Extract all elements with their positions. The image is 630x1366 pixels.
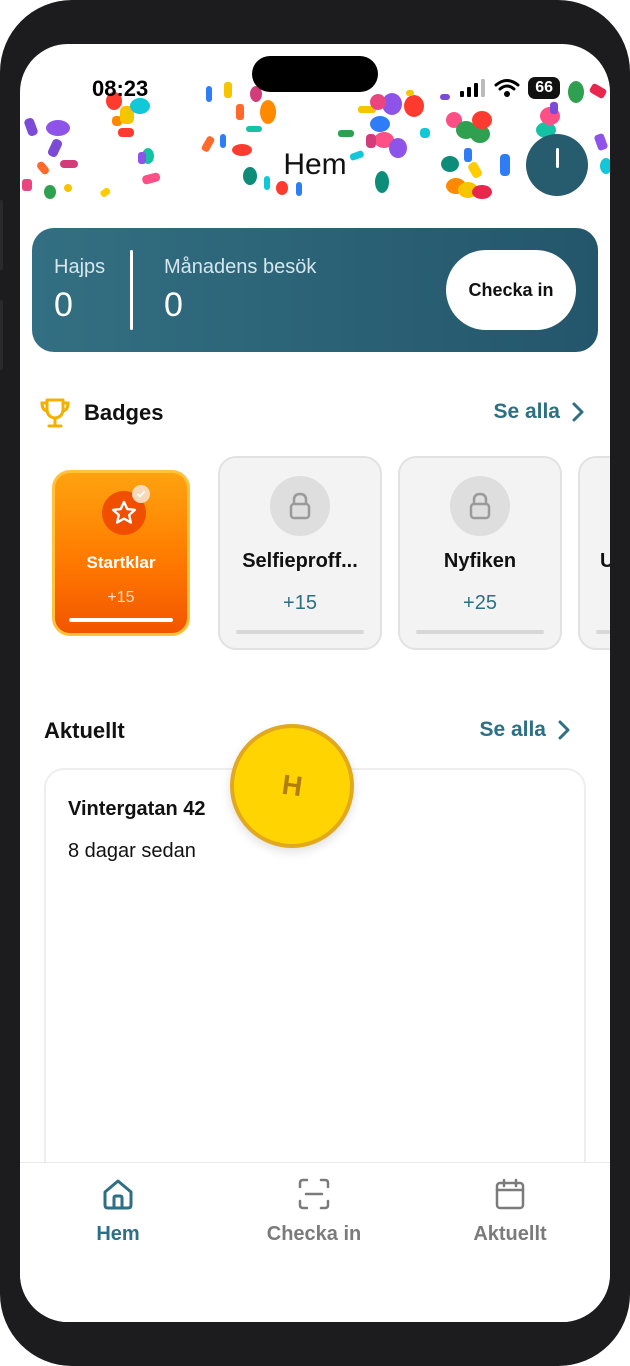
volume-up-button [0,200,3,270]
scan-icon [298,1178,330,1210]
badge-progress-bar [596,630,610,634]
home-icon [103,1179,133,1210]
badge-progress-bar [236,630,364,634]
badge-name: Startklar [86,553,156,572]
wifi-icon [494,79,520,97]
tab-home-label: Hem [96,1223,140,1245]
news-item-date: 8 dagar sedan [68,840,196,862]
news-see-all-label: Se alla [479,718,546,741]
badge-points: +15 [283,592,317,614]
badge-card-selfieproffs[interactable]: Selfieproff... +15 [218,456,382,650]
chevron-right-icon [558,720,570,740]
status-time: 08:23 [92,76,149,101]
tab-news[interactable]: Aktuellt [412,1177,608,1246]
star-icon [111,500,137,524]
badges-see-all-link[interactable]: Se alla [493,400,584,424]
stats-card: Hajps 0 Månadens besök 0 Checka in [32,228,598,352]
volume-down-button [0,300,3,370]
coin-letter: H [279,768,305,803]
tab-home[interactable]: Hem [20,1177,216,1246]
badge-progress-bar [69,618,173,622]
calendar-icon [495,1178,525,1210]
tab-bar: Hem Checka in Aktuellt [20,1162,610,1322]
badges-carousel[interactable]: Startklar +15 Selfieproff... +15 Nyfiken… [20,454,610,654]
tab-check-in[interactable]: Checka in [216,1177,412,1246]
badge-card-partial[interactable]: U [578,456,610,650]
news-see-all-link[interactable]: Se alla [479,718,570,742]
stats-divider [130,250,133,330]
monthly-visits-label: Månadens besök [164,256,317,278]
badge-card-startklar[interactable]: Startklar +15 [52,470,190,636]
monthly-visits-value: 0 [164,286,183,324]
news-item-title: Vintergatan 42 [68,798,206,820]
badges-see-all-label: Se alla [493,400,560,423]
badge-name: Selfieproff... [242,550,358,572]
badge-name: U [600,550,610,573]
page-title: Hem [283,148,347,181]
badge-points: +15 [107,589,135,606]
dynamic-island [252,56,378,92]
unlocked-check-icon [132,485,150,503]
lock-icon [450,476,510,536]
trophy-icon [40,398,70,428]
badge-points: +25 [463,592,497,614]
news-title: Aktuellt [44,718,125,743]
badge-progress-bar [416,630,544,634]
tab-news-label: Aktuellt [473,1223,547,1245]
hype-coin[interactable]: H [230,724,354,848]
badge-name: Nyfiken [443,550,517,572]
badges-title: Badges [84,400,164,425]
lock-icon [270,476,330,536]
badge-card-nyfiken[interactable]: Nyfiken +25 [398,456,562,650]
profile-avatar-button[interactable] [526,134,588,196]
chevron-right-icon [572,402,584,422]
badges-header: Badges Se alla [20,392,610,432]
avatar-mark [556,148,559,168]
battery-indicator: 66 [528,77,560,99]
hype-value: 0 [54,286,73,324]
tab-check-in-label: Checka in [266,1223,362,1245]
hype-label: Hajps [54,256,106,278]
phone-frame: 08:23 66 Hem Hajps 0 Månadens besök 0 Ch… [0,0,630,1366]
status-icons: 66 [460,77,560,99]
app-screen: 08:23 66 Hem Hajps 0 Månadens besök 0 Ch… [20,44,610,1322]
cellular-signal-icon [460,79,486,97]
check-in-button[interactable]: Checka in [446,250,576,330]
